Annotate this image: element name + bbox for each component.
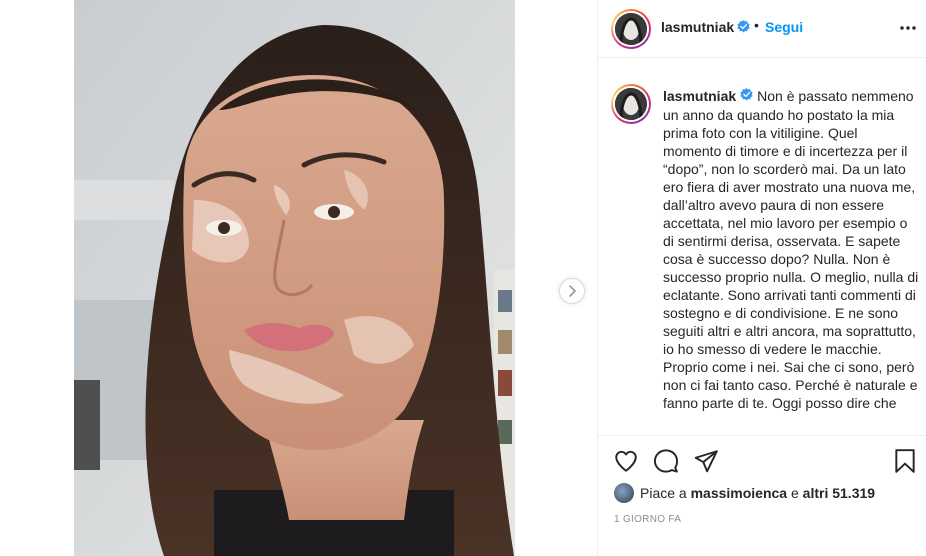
caption-text: Non è passato nemmeno un anno da quando … — [663, 88, 919, 412]
liker-avatar[interactable] — [614, 483, 634, 503]
likes-middle: e — [790, 485, 799, 501]
comments-area[interactable]: lasmutniak Non è passato nemmeno un anno … — [598, 59, 926, 436]
post-side-panel: lasmutniak • Segui lasmutniak Non è pass… — [597, 0, 926, 556]
post-actions — [598, 445, 926, 477]
caption-username[interactable]: lasmutniak — [663, 88, 736, 104]
likes-user-link[interactable]: massimoienca — [691, 485, 788, 501]
more-options-icon[interactable] — [898, 18, 918, 38]
bookmark-icon[interactable] — [892, 448, 918, 474]
profile-avatar[interactable] — [611, 9, 651, 49]
header-username[interactable]: lasmutniak — [661, 19, 734, 35]
post-caption: lasmutniak Non è passato nemmeno un anno … — [663, 87, 919, 412]
post-timestamp[interactable]: 1 GIORNO FA — [614, 514, 681, 525]
send-icon[interactable] — [693, 448, 719, 474]
likes-prefix: Piace a — [640, 485, 687, 501]
photo-gap — [515, 0, 597, 556]
comment-icon[interactable] — [653, 448, 679, 474]
likes-count-link[interactable]: altri 51.319 — [803, 485, 875, 501]
post-header: lasmutniak • Segui — [598, 0, 926, 58]
heart-icon[interactable] — [613, 448, 639, 474]
follow-button[interactable]: Segui — [765, 19, 803, 35]
caption-avatar[interactable] — [611, 84, 651, 124]
next-photo-button[interactable] — [559, 278, 585, 304]
verified-badge-icon — [737, 20, 750, 38]
post-photo[interactable] — [74, 0, 515, 556]
page-background-left — [0, 0, 74, 556]
likes-summary[interactable]: Piace a massimoienca e altri 51.319 — [614, 483, 875, 503]
verified-badge-icon — [740, 87, 753, 105]
chevron-right-icon — [569, 285, 576, 297]
follow-separator: • — [754, 17, 759, 33]
